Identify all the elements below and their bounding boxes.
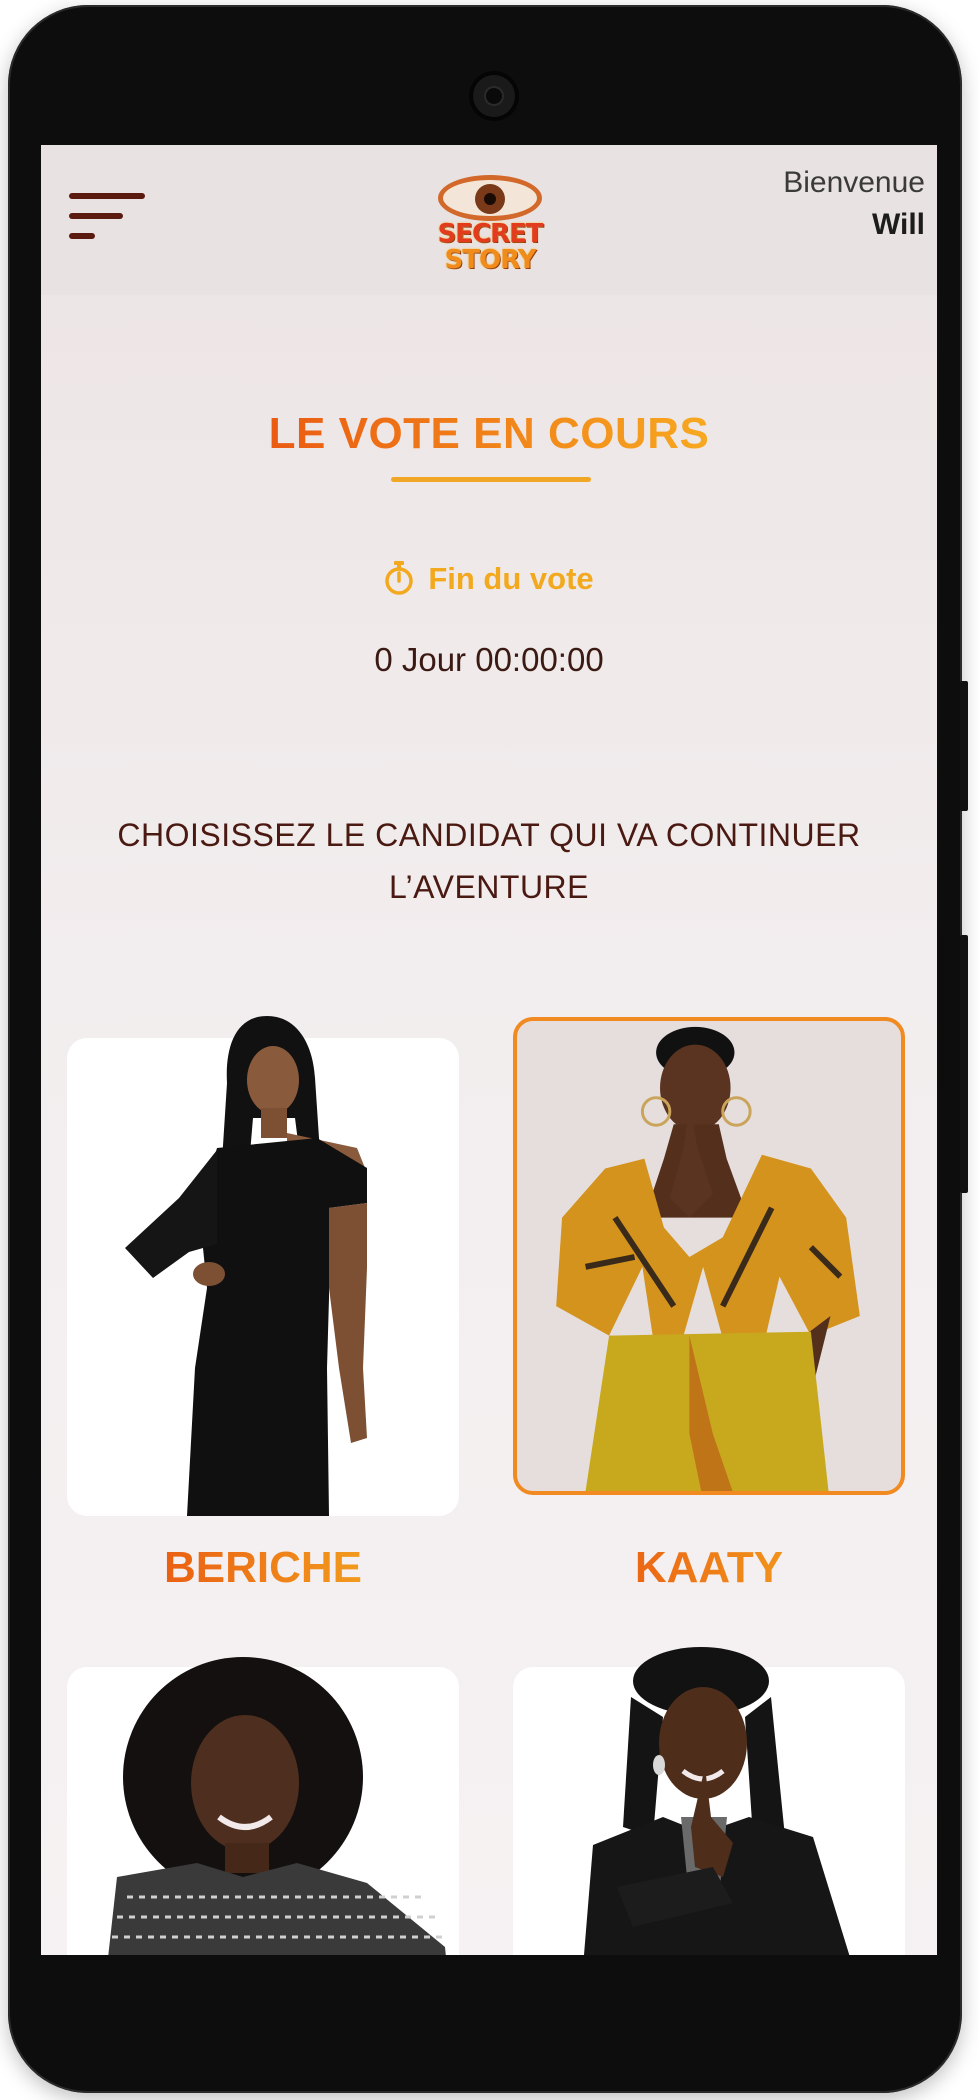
instruction-line-1: CHOISISSEZ LE CANDIDAT QUI VA CONTINUER bbox=[117, 817, 861, 853]
stopwatch-icon bbox=[385, 561, 414, 595]
power-button bbox=[960, 935, 968, 1193]
candidate-card-3[interactable] bbox=[67, 1657, 459, 1955]
candidate-name[interactable]: BERICHE bbox=[67, 1543, 459, 1593]
front-camera bbox=[473, 75, 515, 117]
welcome-label: Bienvenue bbox=[783, 166, 925, 199]
vote-instruction: CHOISISSEZ LE CANDIDAT QUI VA CONTINUER … bbox=[81, 809, 897, 913]
eye-logo-icon bbox=[438, 175, 542, 221]
candidate-photo bbox=[556, 1026, 860, 1491]
candidate-photo bbox=[583, 1647, 850, 1955]
vote-end-text: Fin du vote bbox=[428, 561, 594, 596]
app-screen: SECRET STORY Bienvenue Will LE VOTE EN C… bbox=[41, 145, 937, 1955]
page-title: LE VOTE EN COURS bbox=[41, 409, 937, 459]
instruction-line-2: L’AVENTURE bbox=[388, 869, 589, 905]
top-app-bar: SECRET STORY Bienvenue Will bbox=[41, 145, 937, 295]
vote-end-label: Fin du vote bbox=[41, 561, 937, 597]
candidate-card-kaaty[interactable] bbox=[513, 1017, 905, 1495]
candidate-card-4[interactable] bbox=[513, 1647, 905, 1955]
vote-countdown: 0 Jour 00:00:00 bbox=[374, 641, 604, 678]
welcome-block: Bienvenue Will bbox=[783, 163, 925, 247]
candidate-photo bbox=[108, 1657, 446, 1955]
candidate-photo bbox=[125, 1016, 367, 1516]
volume-button bbox=[960, 681, 968, 811]
candidate-name[interactable]: KAATY bbox=[513, 1543, 905, 1593]
user-name: Will bbox=[871, 208, 925, 241]
secret-story-logo: SECRET STORY bbox=[426, 175, 554, 275]
title-underline bbox=[391, 477, 591, 482]
hamburger-menu-icon[interactable] bbox=[69, 193, 149, 253]
candidate-card-beriche[interactable] bbox=[67, 1016, 459, 1516]
phone-frame: SECRET STORY Bienvenue Will LE VOTE EN C… bbox=[8, 5, 968, 2093]
